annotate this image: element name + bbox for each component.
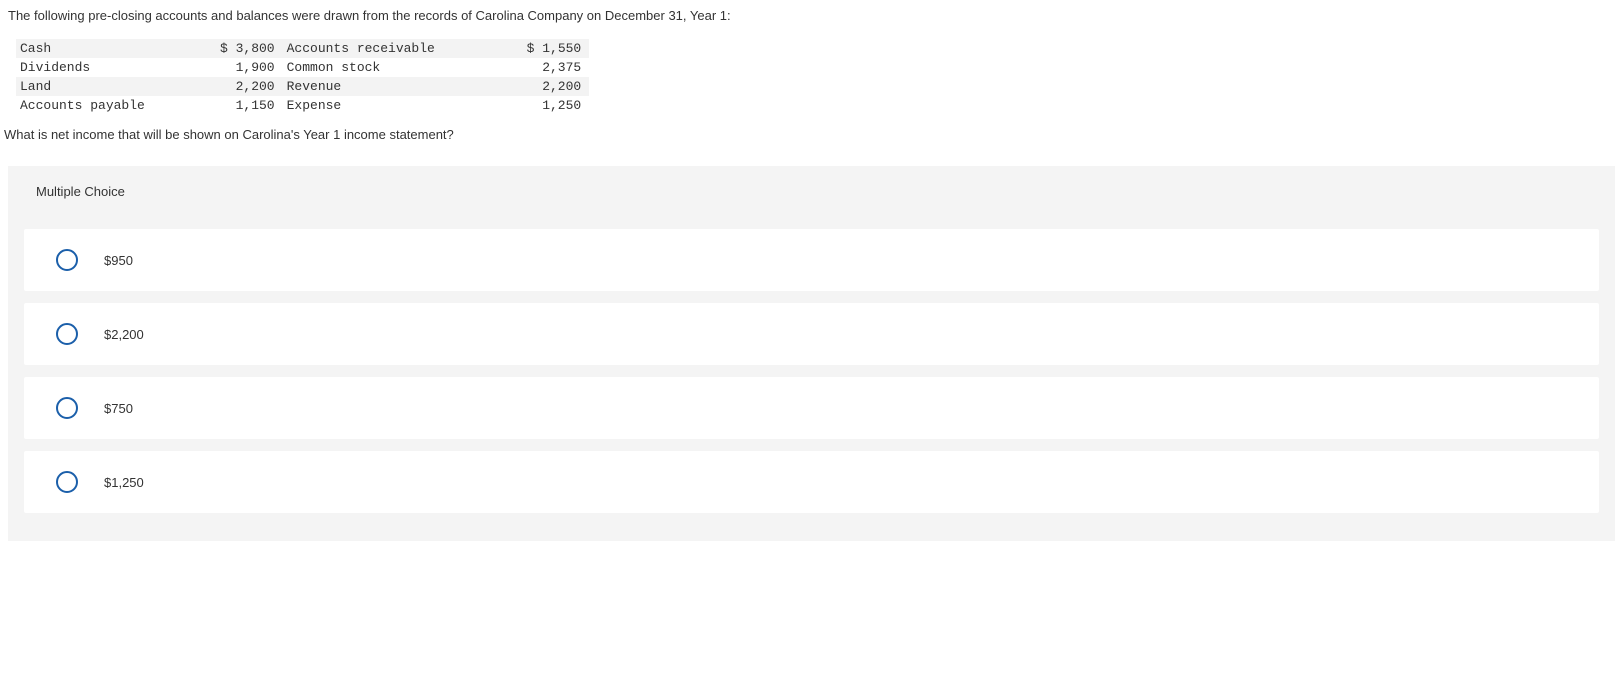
account-value: $ 3,800 bbox=[216, 39, 283, 58]
table-row: Land 2,200 Revenue 2,200 bbox=[16, 77, 589, 96]
account-value: 1,250 bbox=[523, 96, 590, 115]
account-label: Land bbox=[16, 77, 216, 96]
option-label: $950 bbox=[104, 253, 133, 268]
question-prompt-text: What is net income that will be shown on… bbox=[0, 127, 1623, 166]
mc-option-3[interactable]: $1,250 bbox=[24, 451, 1599, 513]
account-value: 1,150 bbox=[216, 96, 283, 115]
account-label: Accounts receivable bbox=[283, 39, 523, 58]
mc-header: Multiple Choice bbox=[8, 166, 1615, 217]
account-label: Common stock bbox=[283, 58, 523, 77]
radio-icon[interactable] bbox=[56, 471, 78, 493]
table-row: Dividends 1,900 Common stock 2,375 bbox=[16, 58, 589, 77]
radio-icon[interactable] bbox=[56, 397, 78, 419]
option-label: $1,250 bbox=[104, 475, 144, 490]
account-value: 2,375 bbox=[523, 58, 590, 77]
account-value: 2,200 bbox=[216, 77, 283, 96]
account-label: Accounts payable bbox=[16, 96, 216, 115]
account-label: Dividends bbox=[16, 58, 216, 77]
table-row: Accounts payable 1,150 Expense 1,250 bbox=[16, 96, 589, 115]
mc-option-2[interactable]: $750 bbox=[24, 377, 1599, 439]
option-label: $2,200 bbox=[104, 327, 144, 342]
radio-icon[interactable] bbox=[56, 323, 78, 345]
multiple-choice-container: Multiple Choice $950 $2,200 $750 $1,250 bbox=[8, 166, 1615, 541]
account-value: 2,200 bbox=[523, 77, 590, 96]
account-label: Revenue bbox=[283, 77, 523, 96]
mc-option-1[interactable]: $2,200 bbox=[24, 303, 1599, 365]
account-value: $ 1,550 bbox=[523, 39, 590, 58]
option-label: $750 bbox=[104, 401, 133, 416]
account-value: 1,900 bbox=[216, 58, 283, 77]
radio-icon[interactable] bbox=[56, 249, 78, 271]
table-row: Cash $ 3,800 Accounts receivable $ 1,550 bbox=[16, 39, 589, 58]
account-label: Cash bbox=[16, 39, 216, 58]
mc-option-0[interactable]: $950 bbox=[24, 229, 1599, 291]
accounts-table: Cash $ 3,800 Accounts receivable $ 1,550… bbox=[16, 39, 589, 115]
question-intro-text: The following pre-closing accounts and b… bbox=[0, 8, 1623, 35]
account-label: Expense bbox=[283, 96, 523, 115]
